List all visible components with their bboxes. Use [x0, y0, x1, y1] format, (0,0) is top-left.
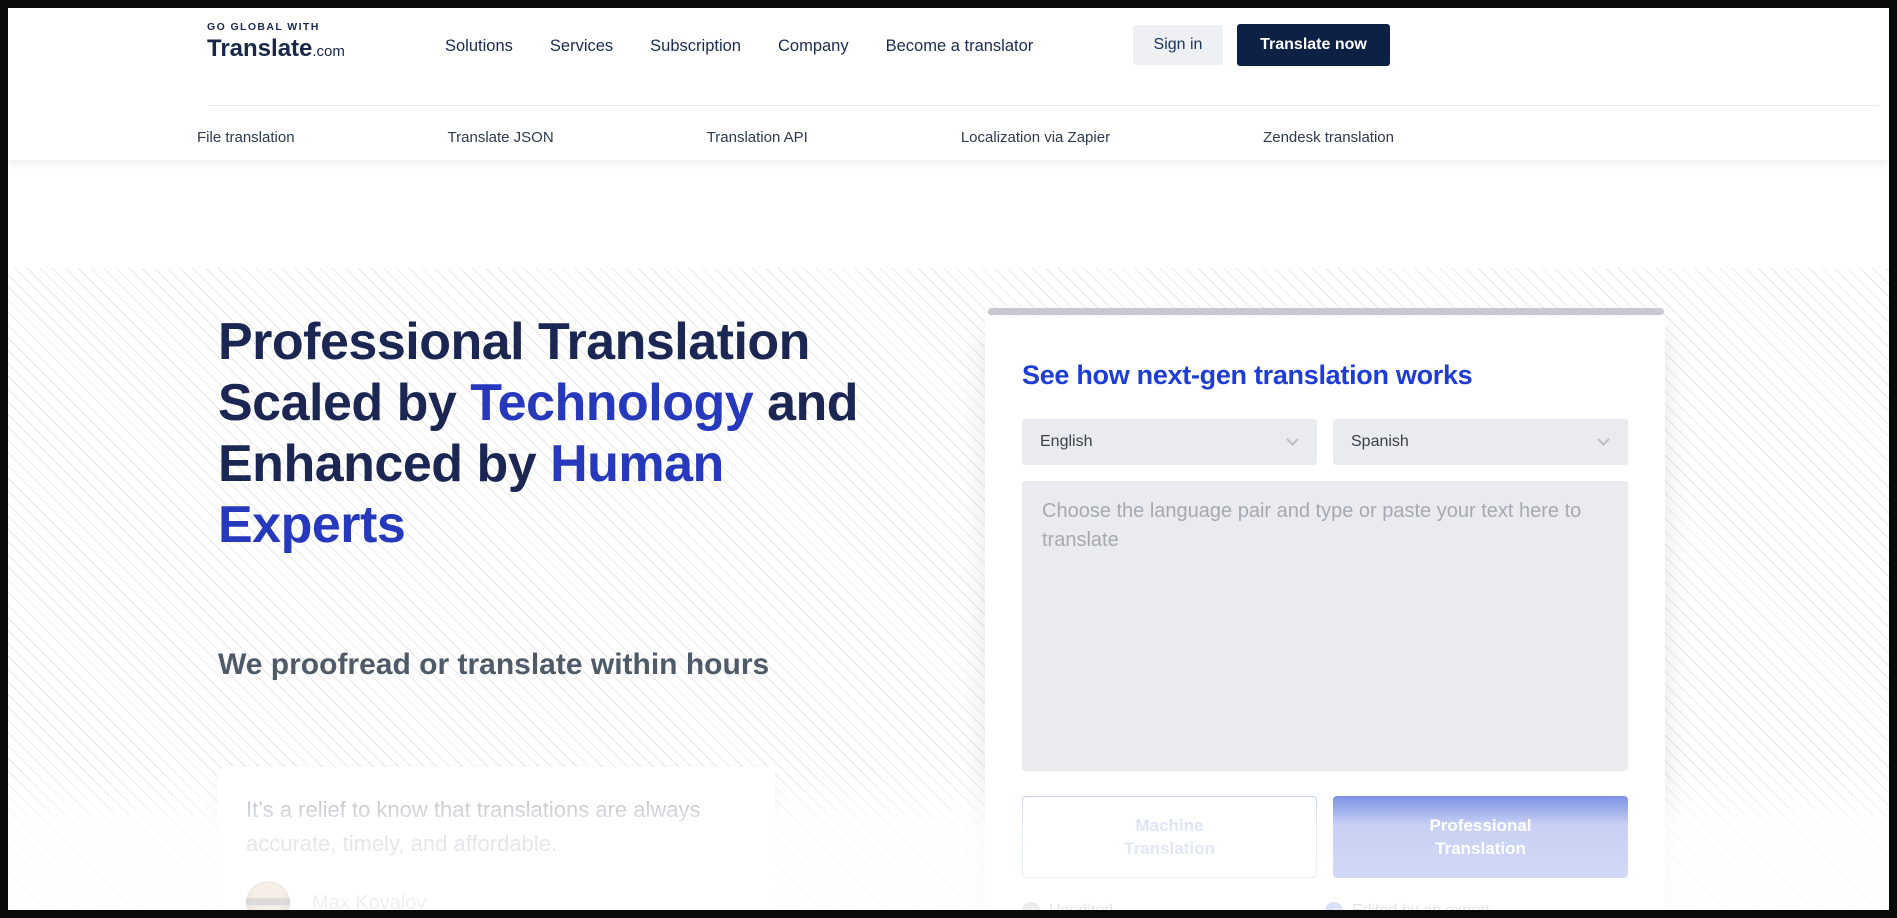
testimonial-author: Max Kovalov: [246, 881, 747, 910]
translation-mode-buttons: Machine Translation Professional Transla…: [1022, 796, 1628, 878]
professional-caption: ✓ Edited by an expert: [1325, 902, 1628, 910]
heading-line1: Professional Translation: [218, 313, 810, 371]
header-divider: [208, 105, 1879, 106]
nav-item-solutions[interactable]: Solutions: [445, 37, 513, 56]
chevron-down-icon: [1597, 433, 1610, 446]
nav-item-subscription[interactable]: Subscription: [650, 37, 741, 56]
heading-line4-accent: Experts: [218, 496, 405, 554]
heading-line3-pre: Enhanced by: [218, 435, 550, 493]
widget-title: See how next-gen translation works: [1022, 360, 1628, 391]
heading-line2-accent: Technology: [470, 374, 753, 432]
testimonial-card: It’s a relief to know that translations …: [218, 767, 775, 910]
source-language-value: English: [1040, 433, 1092, 451]
target-language-value: Spanish: [1351, 433, 1409, 451]
subnav: File translation Translate JSON Translat…: [197, 120, 1394, 154]
check-circle-icon: ✓: [1325, 902, 1343, 910]
language-selector-row: English Spanish: [1022, 419, 1628, 465]
logo-brand-name: Translate: [207, 35, 312, 62]
machine-caption-label: Unedited: [1049, 902, 1113, 910]
logo[interactable]: GO GLOBAL WITH Translate.com: [207, 21, 345, 63]
hero-subtitle: We proofread or translate within hours: [218, 648, 769, 682]
machine-caption: ✓ Unedited: [1022, 902, 1325, 910]
subnav-item-translation-api[interactable]: Translation API: [707, 129, 808, 146]
subnav-item-localization-via-zapier[interactable]: Localization via Zapier: [961, 129, 1110, 146]
subnav-item-file-translation[interactable]: File translation: [197, 129, 295, 146]
heading-line2-post: and: [753, 374, 858, 432]
source-language-select[interactable]: English: [1022, 419, 1317, 465]
logo-brand-suffix: .com: [312, 43, 345, 60]
hero-section: Professional Translation Scaled by Techn…: [8, 160, 1889, 910]
widget-top-bar: [988, 308, 1664, 315]
subnav-item-zendesk-translation[interactable]: Zendesk translation: [1263, 129, 1394, 146]
nav-item-services[interactable]: Services: [550, 37, 613, 56]
chevron-down-icon: [1286, 433, 1299, 446]
target-language-select[interactable]: Spanish: [1333, 419, 1628, 465]
check-circle-icon: ✓: [1022, 902, 1040, 910]
screenshot-frame: GO GLOBAL WITH Translate.com Solutions S…: [0, 0, 1897, 918]
subnav-item-translate-json[interactable]: Translate JSON: [448, 129, 554, 146]
sign-in-button[interactable]: Sign in: [1133, 25, 1223, 65]
logo-tagline: GO GLOBAL WITH: [207, 21, 345, 33]
professional-caption-label: Edited by an expert: [1352, 902, 1490, 910]
nav-item-become-a-translator[interactable]: Become a translator: [886, 37, 1034, 56]
nav-item-company[interactable]: Company: [778, 37, 849, 56]
translation-widget-card: See how next-gen translation works Engli…: [985, 316, 1665, 910]
translate-now-button[interactable]: Translate now: [1237, 24, 1390, 66]
translation-input[interactable]: [1022, 481, 1628, 771]
professional-translation-button[interactable]: Professional Translation: [1333, 796, 1628, 878]
professional-translation-label: Professional Translation: [1416, 814, 1546, 860]
hero-heading: Professional Translation Scaled by Techn…: [218, 312, 978, 556]
heading-line2-pre: Scaled by: [218, 374, 470, 432]
testimonial-quote: It’s a relief to know that translations …: [246, 793, 747, 861]
main-nav: Solutions Services Subscription Company …: [445, 26, 1033, 66]
avatar: [246, 881, 290, 910]
machine-translation-button[interactable]: Machine Translation: [1022, 796, 1317, 878]
quote-line1: It’s a relief to know that translations …: [246, 797, 700, 822]
logo-brand: Translate.com: [207, 35, 345, 63]
heading-line3-accent: Human: [550, 435, 724, 493]
machine-translation-label: Machine Translation: [1105, 814, 1235, 860]
caption-row: ✓ Unedited ✓ Edited by an expert: [1022, 902, 1628, 910]
header: GO GLOBAL WITH Translate.com Solutions S…: [8, 8, 1889, 160]
quote-line2: accurate, timely, and affordable.: [246, 831, 557, 856]
author-name: Max Kovalov: [312, 892, 427, 911]
page: GO GLOBAL WITH Translate.com Solutions S…: [8, 8, 1889, 910]
